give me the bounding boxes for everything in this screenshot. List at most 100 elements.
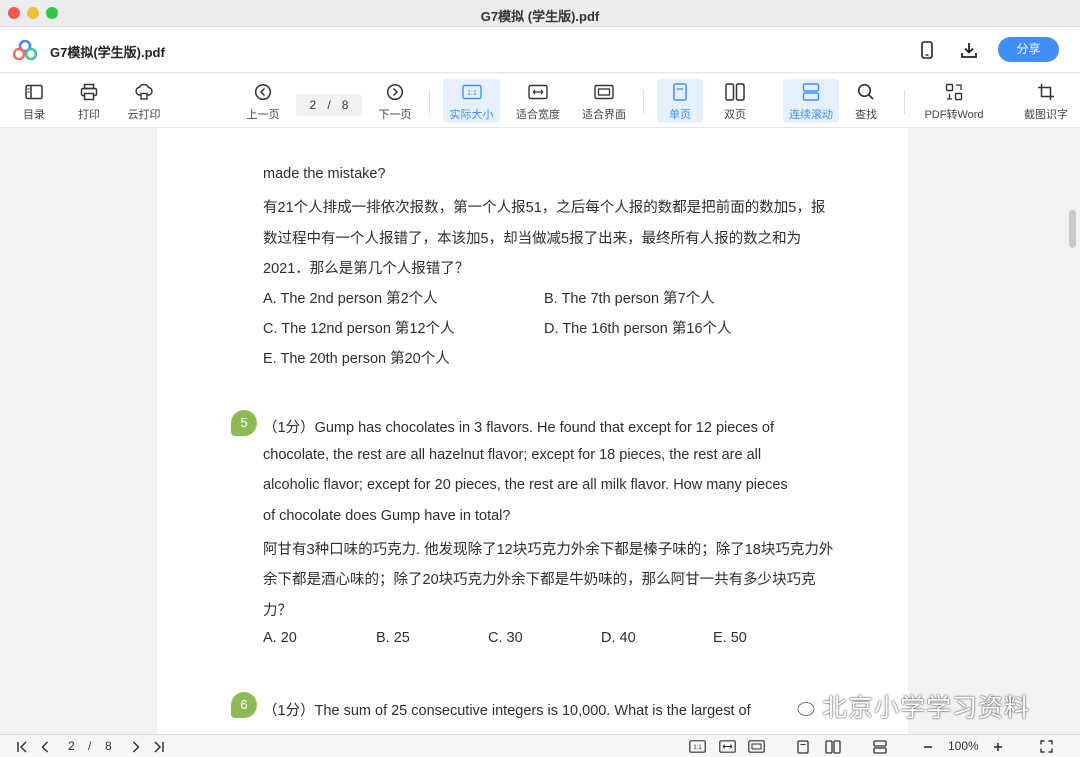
question-text-line: 余下都是酒心味的；除了20块巧克力外余下都是牛奶味的，那么阿甘一共有多少块巧克 xyxy=(263,572,816,588)
answer-option: D. The 16th person 第16个人 xyxy=(544,321,732,337)
share-button[interactable]: 分享 xyxy=(998,37,1059,62)
cloud-print-icon xyxy=(135,83,153,100)
prev-page-small-button[interactable] xyxy=(39,738,51,755)
minus-icon xyxy=(924,745,932,748)
page-number-input[interactable]: 2 / 8 xyxy=(296,94,362,116)
answer-option: C. 30 xyxy=(488,630,523,646)
fit-page-button[interactable]: 适合界面 xyxy=(578,79,630,123)
chevron-left-icon xyxy=(41,740,49,753)
vertical-scrollbar[interactable] xyxy=(1069,210,1076,248)
zoom-in-button[interactable] xyxy=(992,738,1004,755)
answer-option: A. 20 xyxy=(263,630,297,646)
fit-width-button[interactable]: 适合宽度 xyxy=(512,79,564,123)
chevron-right-circle-icon xyxy=(386,83,404,101)
fullscreen-button[interactable] xyxy=(1038,738,1054,755)
next-page-button[interactable]: 下一页 xyxy=(376,79,414,123)
toc-label: 目录 xyxy=(23,109,45,121)
cloud-print-button[interactable]: 云打印 xyxy=(122,79,166,123)
phone-icon xyxy=(921,41,933,59)
question-text-line: 阿甘有3种口味的巧克力. 他发现除了12块巧克力外余下都是榛子味的；除了18块巧… xyxy=(263,542,834,558)
single-page-button[interactable]: 单页 xyxy=(657,79,703,123)
pdf-page: made the mistake? 有21个人排成一排依次报数，第一个人报51，… xyxy=(157,128,908,734)
status-fit-page-button[interactable] xyxy=(747,738,766,755)
prev-page-button[interactable]: 上一页 xyxy=(244,79,282,123)
question-text-line: made the mistake? xyxy=(263,166,386,182)
plus-icon xyxy=(994,742,1002,751)
answer-option: D. 40 xyxy=(601,630,636,646)
status-page-separator: / xyxy=(88,739,92,753)
toc-button[interactable]: 目录 xyxy=(16,79,52,123)
actual-size-button[interactable]: 1:1 实际大小 xyxy=(443,79,500,123)
question-text-line: 2021．那么是第几个人报错了？ xyxy=(263,261,470,277)
question-text-line: 数过程中有一个人报错了，本该加5，却当做减5报了出来，最终所有人报的数之和为 xyxy=(263,231,802,247)
search-button[interactable]: 查找 xyxy=(848,79,884,123)
screenshot-ocr-button[interactable]: 截图识字 xyxy=(1020,79,1072,123)
status-single-page-button[interactable] xyxy=(796,738,810,755)
fit-page-icon xyxy=(594,84,614,100)
status-actual-size-icon-text: 1:1 xyxy=(693,745,702,751)
document-viewer[interactable]: made the mistake? 有21个人排成一排依次报数，第一个人报51，… xyxy=(0,128,1080,734)
print-button[interactable]: 打印 xyxy=(71,79,107,123)
continuous-scroll-small-icon xyxy=(873,739,887,754)
toolbar-divider xyxy=(429,90,430,114)
status-fit-width-button[interactable] xyxy=(718,738,737,755)
first-page-icon xyxy=(17,740,27,753)
mobile-device-button[interactable] xyxy=(916,39,938,61)
main-toolbar: 目录 打印 云打印 上一页 2 / 8 下一页 1:1 实际大小 适合宽度 适合… xyxy=(0,74,1080,128)
fit-width-icon xyxy=(528,84,548,100)
question-text-line: （1分）Gump has chocolates in 3 flavors. He… xyxy=(263,420,774,436)
last-page-icon xyxy=(154,740,164,753)
double-page-button[interactable]: 双页 xyxy=(714,79,756,123)
fit-page-small-icon xyxy=(748,740,765,753)
total-pages: 8 xyxy=(341,98,349,112)
single-page-icon xyxy=(673,83,687,101)
question-text-line: 力？ xyxy=(263,603,292,619)
answer-option: E. The 20th person 第20个人 xyxy=(263,351,450,367)
title-bar: G7模拟 (学生版).pdf xyxy=(0,0,1080,27)
document-name: G7模拟(学生版).pdf xyxy=(50,45,165,60)
status-double-page-button[interactable] xyxy=(824,738,842,755)
answer-option: A. The 2nd person 第2个人 xyxy=(263,291,438,307)
toolbar-divider xyxy=(904,90,905,114)
prev-page-label: 上一页 xyxy=(246,109,280,121)
actual-size-icon-text: 1:1 xyxy=(467,90,477,97)
fit-page-label: 适合界面 xyxy=(582,109,626,121)
first-page-button[interactable] xyxy=(15,738,29,755)
continuous-scroll-button[interactable]: 连续滚动 xyxy=(783,79,839,123)
single-page-small-icon xyxy=(797,739,809,754)
toc-icon xyxy=(25,84,43,100)
pdf-to-word-button[interactable]: PDF转Word xyxy=(920,79,988,123)
printer-icon xyxy=(80,83,98,101)
watermark: 北京小学学习资料 xyxy=(786,688,1030,724)
status-actual-size-button[interactable]: 1:1 xyxy=(688,738,707,755)
wechat-icon xyxy=(786,694,815,716)
status-current-page: 2 xyxy=(68,739,75,753)
current-page: 2 xyxy=(309,98,317,112)
question-text-line: alcoholic flavor; except for 20 pieces, … xyxy=(263,477,788,493)
continuous-scroll-label: 连续滚动 xyxy=(789,109,833,121)
single-page-label: 单页 xyxy=(669,109,691,121)
last-page-button[interactable] xyxy=(152,738,166,755)
actual-size-label: 实际大小 xyxy=(449,109,494,121)
window-title: G7模拟 (学生版).pdf xyxy=(480,9,600,24)
question-text-line: chocolate, the rest are all hazelnut fla… xyxy=(263,447,762,463)
next-page-label: 下一页 xyxy=(378,109,412,121)
status-continuous-button[interactable] xyxy=(872,738,888,755)
actual-size-small-icon: 1:1 xyxy=(689,740,706,753)
cloud-print-label: 云打印 xyxy=(127,109,161,121)
fullscreen-icon xyxy=(1039,740,1053,753)
watermark-text: 北京小学学习资料 xyxy=(822,693,1031,722)
next-page-small-button[interactable] xyxy=(130,738,142,755)
status-total-pages: 8 xyxy=(105,739,112,753)
question-number-badge: 6 xyxy=(231,692,257,718)
convert-icon xyxy=(945,83,963,101)
zoom-level[interactable]: 100% xyxy=(948,739,979,753)
question-text-line: 有21个人排成一排依次报数，第一个人报51，之后每个人报的数都是把前面的数加5，… xyxy=(263,200,826,216)
print-label: 打印 xyxy=(78,109,100,121)
crop-icon xyxy=(1038,84,1054,100)
download-button[interactable] xyxy=(958,39,980,61)
zoom-out-button[interactable] xyxy=(922,738,934,755)
pdf-to-word-label: PDF转Word xyxy=(924,109,984,121)
actual-size-icon: 1:1 xyxy=(461,84,482,100)
fit-width-label: 适合宽度 xyxy=(516,109,560,121)
